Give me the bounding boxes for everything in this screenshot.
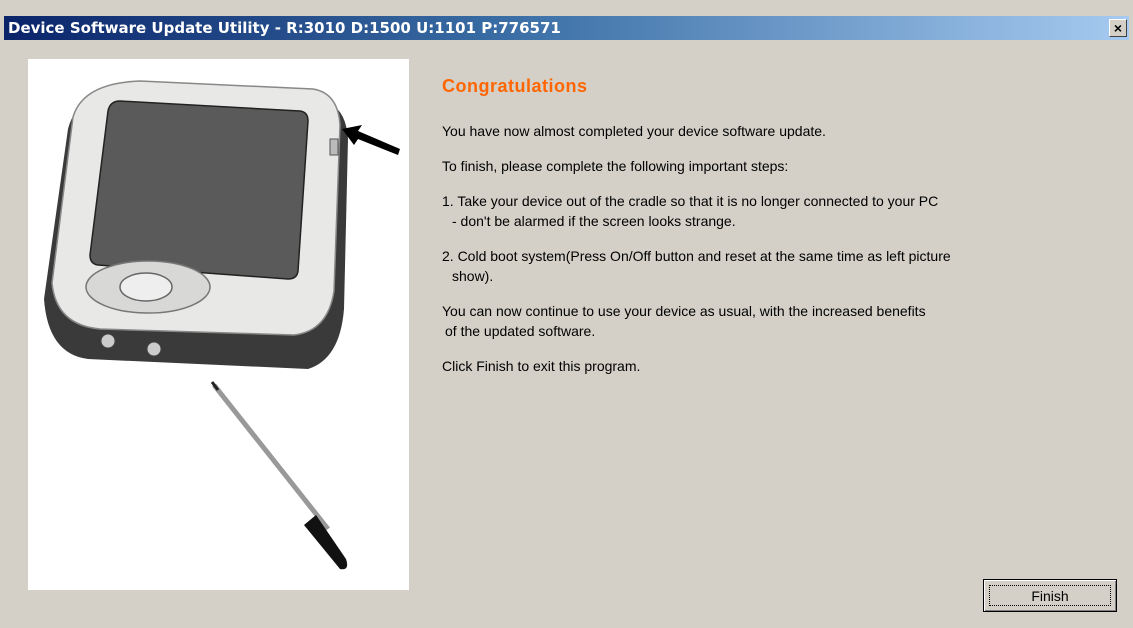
bottom-button-right: [146, 341, 162, 357]
step-1-line-1: 1. Take your device out of the cradle so…: [442, 193, 939, 209]
continue-line-1: You can now continue to use your device …: [442, 303, 926, 319]
heading-congratulations: Congratulations: [442, 76, 588, 96]
pda-device-illustration: [44, 80, 400, 570]
arrow-icon: [342, 125, 400, 155]
finish-button[interactable]: Finish: [983, 579, 1117, 612]
device-screen: [89, 100, 309, 280]
side-button: [329, 138, 339, 156]
step-2-line-1: 2. Cold boot system(Press On/Off button …: [442, 248, 951, 264]
stylus-body: [212, 383, 330, 531]
title-bar[interactable]: Device Software Update Utility - R:3010 …: [4, 16, 1129, 40]
finish-prompt-text: To finish, please complete the following…: [442, 158, 789, 174]
close-button[interactable]: ×: [1109, 19, 1127, 37]
close-icon: ×: [1113, 20, 1123, 36]
navigation-center-button: [119, 272, 173, 302]
intro-text: You have now almost completed your devic…: [442, 123, 826, 139]
window-title: Device Software Update Utility - R:3010 …: [8, 19, 561, 37]
completion-message: Congratulations You have now almost comp…: [442, 76, 1122, 391]
step-2: 2. Cold boot system(Press On/Off button …: [442, 246, 1122, 286]
finish-button-label: Finish: [989, 585, 1111, 606]
continue-text: You can now continue to use your device …: [442, 301, 1122, 341]
step-1-line-2: - don't be alarmed if the screen looks s…: [452, 213, 736, 229]
device-illustration-panel: [28, 59, 409, 590]
update-utility-window: Device Software Update Utility - R:3010 …: [0, 0, 1133, 628]
step-1: 1. Take your device out of the cradle so…: [442, 191, 1122, 231]
exit-note: Click Finish to exit this program.: [442, 358, 641, 374]
step-2-line-2: show).: [452, 268, 494, 284]
bottom-button-left: [100, 333, 116, 349]
continue-line-2: of the updated software.: [445, 323, 596, 339]
